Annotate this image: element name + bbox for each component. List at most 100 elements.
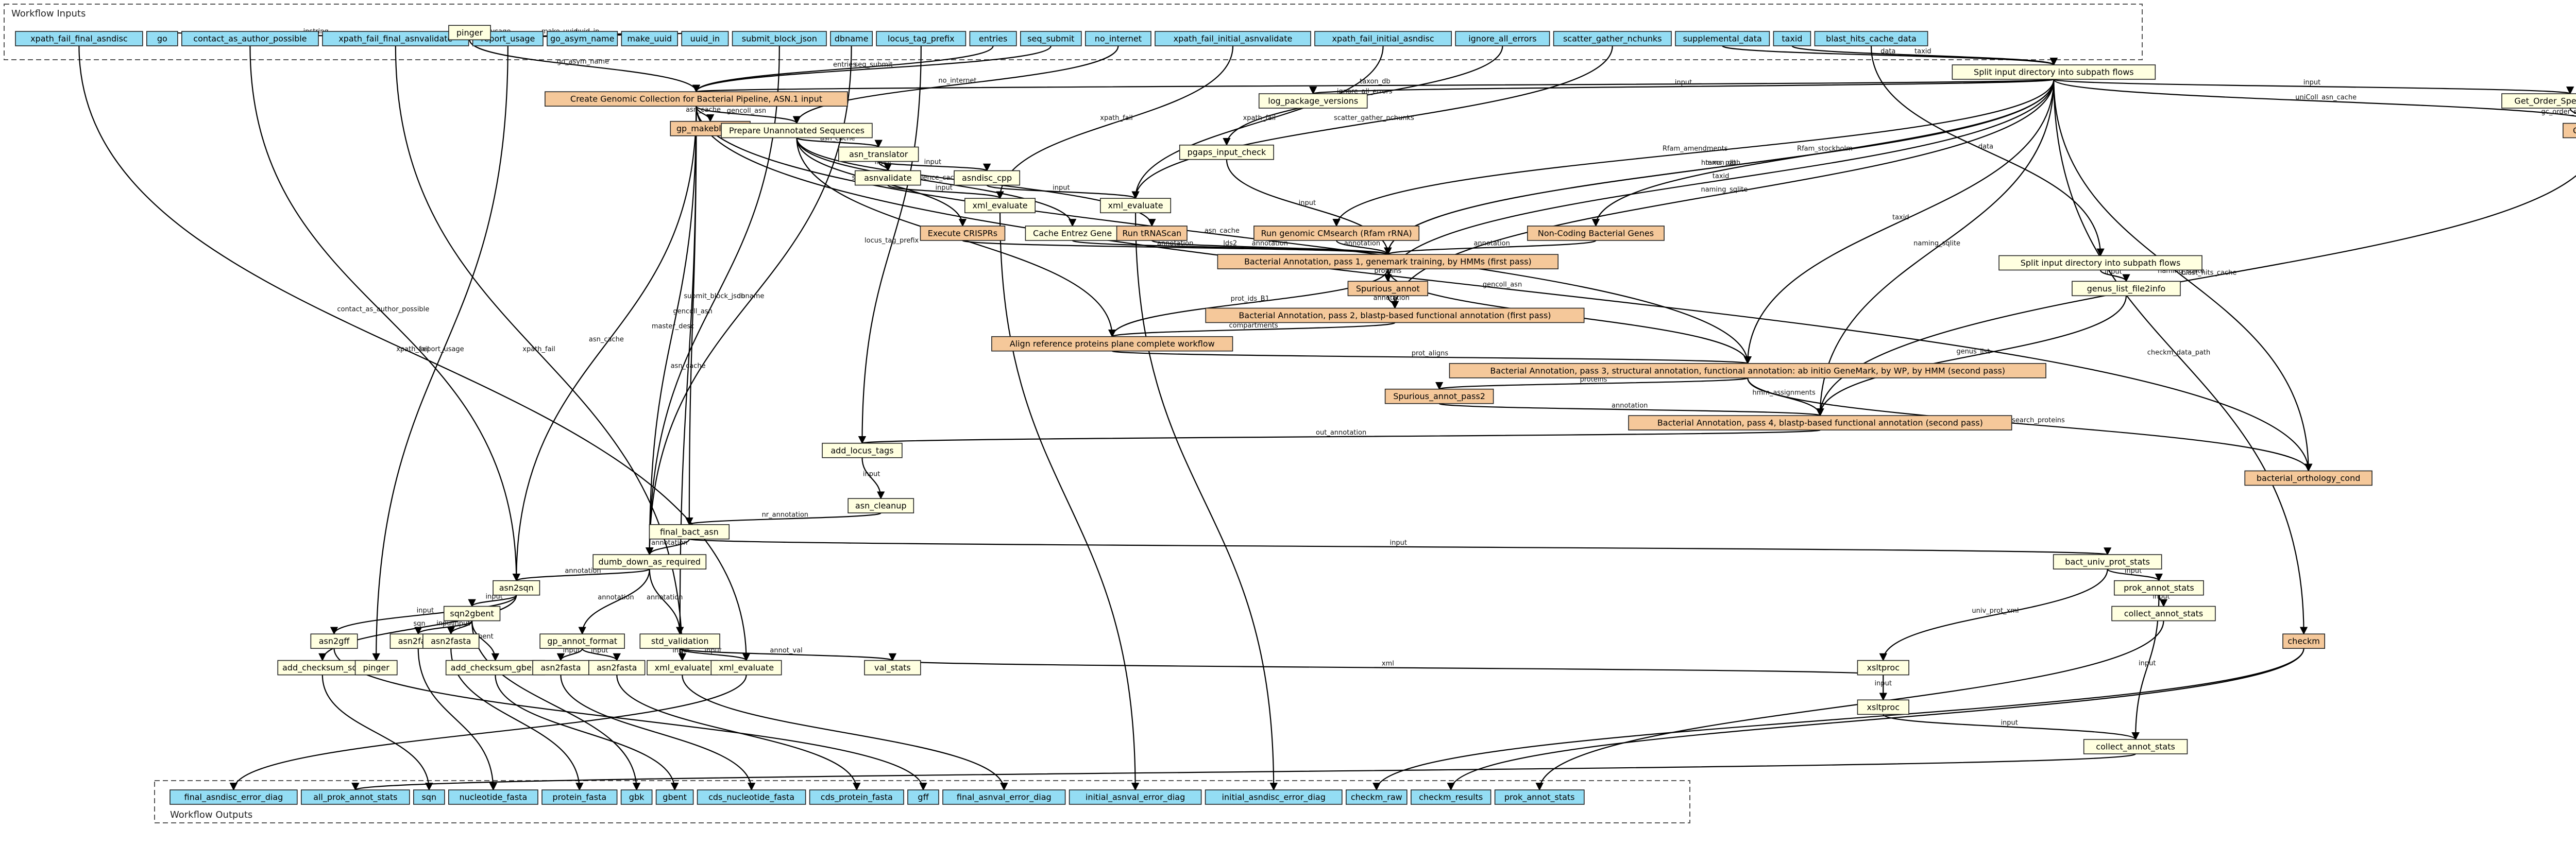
node-out-all-prok-annot-stats[interactable]: all_prok_annot_stats [300, 789, 410, 805]
node-out-gbent[interactable]: gbent [655, 789, 694, 805]
node-prok-annot-stats[interactable]: prok_annot_stats [2114, 580, 2204, 596]
node-collect-annot-stats[interactable]: collect_annot_stats [2111, 606, 2216, 622]
node-xslt-proc1[interactable]: xsltproc [1857, 660, 1909, 676]
node-sqn2gbent[interactable]: sqn2gbent [443, 606, 501, 622]
node-in-contact-as-author-possible[interactable]: contact_as_author_possible [181, 31, 319, 46]
node-out-initial-asnval-error-diag[interactable]: initial_asnval_error_diag [1069, 789, 1202, 805]
node-split-input2[interactable]: Split input directory into subpath flows [1998, 255, 2202, 271]
edge-label: asn_cache [671, 363, 706, 370]
node-out-cds-nucleotide-fasta[interactable]: cds_nucleotide_fasta [697, 789, 806, 805]
node-asn2sqn[interactable]: asn2sqn [493, 580, 540, 596]
node-in-go[interactable]: go [146, 31, 178, 46]
node-asn2fasta-d[interactable]: asn2fasta [588, 660, 646, 676]
node-gp-annot-format[interactable]: gp_annot_format [539, 633, 625, 649]
node-orthology[interactable]: bacterial_orthology_cond [2244, 470, 2372, 486]
node-asnvalidate[interactable]: asnvalidate [854, 170, 921, 186]
edge [495, 675, 679, 791]
node-label: asn_translator [849, 149, 908, 160]
node-run-cmsearch[interactable]: Run genomic CMsearch (Rfam rRNA) [1253, 226, 1420, 241]
node-xml-evaluate2[interactable]: xml_evaluate [1100, 198, 1172, 214]
node-asn2fasta-c[interactable]: asn2fasta [532, 660, 589, 676]
edge-label: sqn [413, 620, 425, 628]
node-in-xpath-fail-initial-asndisc[interactable]: xpath_fail_initial_asndisc [1314, 31, 1452, 46]
node-final-bact-asn[interactable]: final_bact_asn [649, 524, 730, 540]
node-cache-entrez[interactable]: Cache Entrez Gene [1025, 226, 1120, 241]
node-add-checksum-sqn[interactable]: add_checksum_sqn [277, 660, 368, 676]
node-get-order[interactable]: Get_Order_Specific_Strings [2501, 93, 2576, 109]
node-run-trnascan[interactable]: Run tRNAScan [1116, 226, 1188, 241]
node-xml-evaluate4[interactable]: xml_evaluate [710, 660, 782, 676]
node-asndisc-cpp[interactable]: asndisc_cpp [954, 170, 1021, 186]
node-in-seq-submit[interactable]: seq_submit [1020, 31, 1082, 46]
node-label: collect_annot_stats [2124, 609, 2204, 619]
node-in-blast-hits-cache-data[interactable]: blast_hits_cache_data [1814, 31, 1928, 46]
node-std-validation[interactable]: std_validation [639, 633, 720, 649]
node-in-uuid-in[interactable]: uuid_in [681, 31, 729, 46]
node-asn2gff[interactable]: asn2gff [310, 633, 358, 649]
node-ping1[interactable]: pinger [448, 25, 491, 41]
node-out-final-asndisc-error-diag[interactable]: final_asndisc_error_diag [170, 789, 298, 805]
node-val-stats[interactable]: val_stats [864, 660, 921, 676]
node-genus-list[interactable]: genus_list_file2info [2072, 281, 2181, 297]
node-in-go-asym-name[interactable]: go_asym_name [547, 31, 618, 46]
node-pgaps-input-check[interactable]: pgaps_input_check [1179, 144, 1274, 160]
node-pass1[interactable]: Bacterial Annotation, pass 1, genemark t… [1217, 254, 1559, 269]
node-in-entries[interactable]: entries [969, 31, 1017, 46]
node-out-checkm-raw[interactable]: checkm_raw [1346, 789, 1408, 805]
node-out-final-asnval-error-diag[interactable]: final_asnval_error_diag [942, 789, 1066, 805]
node-in-ignore-all-errors[interactable]: ignore_all_errors [1455, 31, 1550, 46]
node-log-package[interactable]: log_package_versions [1258, 93, 1368, 109]
node-add-checksum-gbent[interactable]: add_checksum_gbent [445, 660, 546, 676]
node-spurious1[interactable]: Spurious_annot [1347, 281, 1429, 297]
node-dumb-down[interactable]: dumb_down_as_required [592, 554, 707, 570]
node-in-scatter-gather-nchunks[interactable]: scatter_gather_nchunks [1553, 31, 1672, 46]
node-out-nucleotide-fasta[interactable]: nucleotide_fasta [448, 789, 538, 805]
node-in-taxid[interactable]: taxid [1773, 31, 1811, 46]
node-bact-univ[interactable]: bact_univ_prot_stats [2053, 554, 2162, 570]
node-align-ref[interactable]: Align reference proteins plane complete … [991, 336, 1233, 352]
node-out-gbk[interactable]: gbk [620, 789, 653, 805]
node-execute-crispr[interactable]: Execute CRISPRs [920, 226, 1006, 241]
node-asn-cleanup[interactable]: asn_cleanup [848, 498, 914, 513]
node-collect-stats2[interactable]: collect_annot_stats [2083, 739, 2188, 754]
node-noncoding[interactable]: Non-Coding Bacterial Genes [1527, 226, 1665, 241]
node-out-cds-protein-fasta[interactable]: cds_protein_fasta [809, 789, 904, 805]
node-in-supplemental-data[interactable]: supplemental_data [1675, 31, 1770, 46]
node-in-xpath-fail-initial-asnvalidate[interactable]: xpath_fail_initial_asnvalidate [1155, 31, 1311, 46]
node-add-locus-tags[interactable]: add_locus_tags [822, 442, 903, 458]
node-out-gff[interactable]: gff [907, 789, 939, 805]
node-xml-evaluate1[interactable]: xml_evaluate [964, 198, 1036, 214]
node-get-proteins[interactable]: Get Proteins [2563, 123, 2576, 139]
node-in-locus-tag-prefix[interactable]: locus_tag_prefix [876, 31, 967, 46]
node-label: cds_nucleotide_fasta [708, 792, 794, 803]
node-asn-translator[interactable]: asn_translator [838, 146, 919, 162]
node-out-prok-annot-stats[interactable]: prok_annot_stats [1494, 789, 1585, 805]
node-prepare-seq[interactable]: Prepare Unannotated Sequences [721, 123, 873, 139]
node-label: std_validation [651, 636, 709, 647]
node-in-dbname[interactable]: dbname [830, 31, 873, 46]
node-asn2fasta-b[interactable]: asn2fasta [422, 633, 480, 649]
node-create-genomic[interactable]: Create Genomic Collection for Bacterial … [545, 91, 848, 107]
node-in-xpath-fail-final-asndisc[interactable]: xpath_fail_final_asndisc [15, 31, 143, 46]
edge [560, 675, 756, 791]
node-out-sqn[interactable]: sqn [413, 789, 445, 805]
node-spurious2[interactable]: Spurious_annot_pass2 [1384, 388, 1494, 404]
node-in-submit-block-json[interactable]: submit_block_json [732, 31, 827, 46]
node-checkm[interactable]: checkm [2282, 633, 2325, 649]
node-xslt-proc2[interactable]: xsltproc [1857, 699, 1909, 715]
node-pass3[interactable]: Bacterial Annotation, pass 3, structural… [1449, 363, 2046, 378]
node-pass2[interactable]: Bacterial Annotation, pass 2, blastp-bas… [1205, 307, 1585, 323]
node-pass4[interactable]: Bacterial Annotation, pass 4, blastp-bas… [1628, 415, 2012, 430]
node-label: locus_tag_prefix [888, 34, 955, 44]
node-out-checkm-results[interactable]: checkm_results [1411, 789, 1492, 805]
node-out-protein-fasta[interactable]: protein_fasta [541, 789, 618, 805]
node-in-make-uuid[interactable]: make_uuid [621, 31, 679, 46]
node-ping2[interactable]: pinger [354, 660, 398, 676]
node-split-input[interactable]: Split input directory into subpath flows [1952, 64, 2156, 80]
node-xml-evaluate3[interactable]: xml_evaluate [647, 660, 718, 676]
edge-label: gencoll_asn [1483, 281, 1522, 288]
node-out-initial-asndisc-error-diag[interactable]: initial_asndisc_error_diag [1205, 789, 1343, 805]
node-in-no-internet[interactable]: no_internet [1085, 31, 1151, 46]
node-in-xpath-fail-final-asnvalidate[interactable]: xpath_fail_final_asnvalidate [322, 31, 469, 46]
edge-label: input [924, 159, 941, 166]
